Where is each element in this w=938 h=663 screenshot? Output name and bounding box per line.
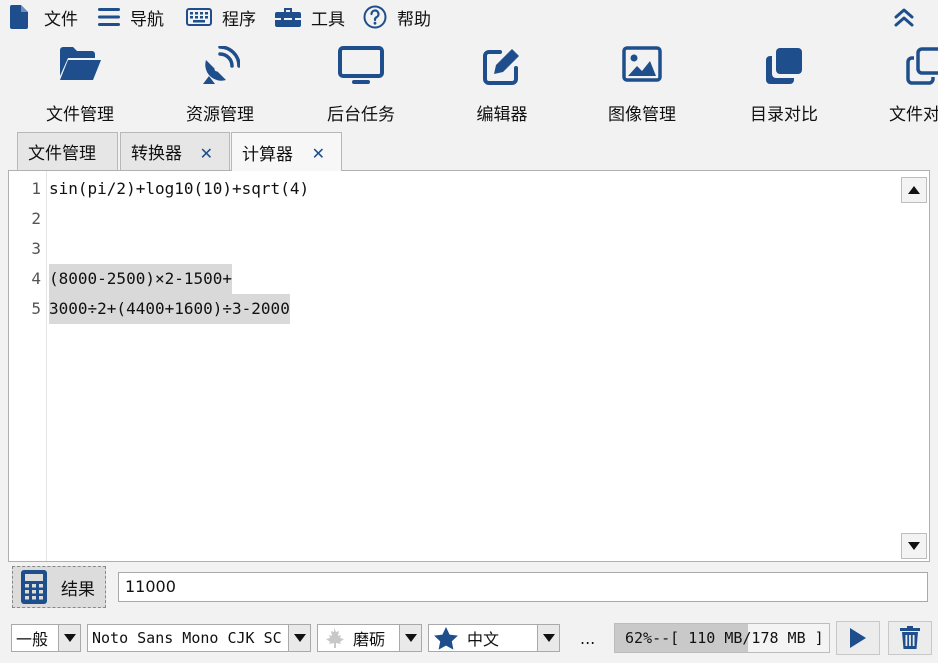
chevron-down-icon[interactable] [399,625,421,651]
toolbox-icon [275,8,301,27]
language-value: 中文 [467,630,500,649]
menu-navigate-label: 导航 [130,9,164,30]
menu-file-label: 文件 [44,9,78,30]
close-icon[interactable]: ✕ [200,144,213,163]
menu-program[interactable]: 程序 [186,4,256,30]
menu-bar: 文件 导航 程序 工具 帮助 [0,0,938,34]
toolbar-background-tasks[interactable]: 后台任务 [291,34,431,130]
category-select[interactable]: 一般 [11,624,81,652]
run-button[interactable] [836,621,880,655]
line-number: 4 [31,269,41,288]
toolbar-dir-compare[interactable]: 目录对比 [714,34,854,130]
scroll-down-button[interactable] [901,533,927,559]
font-select[interactable]: Noto Sans Mono CJK SC [87,624,311,652]
theme-select[interactable]: 磨砺 [317,624,422,652]
language-select[interactable]: 中文 [428,624,560,652]
star-icon [434,627,458,650]
category-value: 一般 [16,630,49,649]
line-number: 3 [31,239,41,258]
menu-tools[interactable]: 工具 [275,4,345,30]
tab-label: 计算器 [242,144,293,165]
theme-value: 磨砺 [353,630,386,649]
monitor-icon [338,46,384,84]
tab-label: 转换器 [131,144,182,164]
tab-calculator[interactable]: 计算器 ✕ [231,132,342,171]
line-number: 5 [31,299,41,318]
file-icon [10,5,28,29]
trash-icon [900,626,920,649]
triangle-up-icon [908,186,920,194]
chevrons-up-icon [894,8,914,27]
toolbar-resource-manager[interactable]: 资源管理 [150,34,290,130]
toolbar-editor-label: 编辑器 [476,105,528,125]
toolbar-file-compare[interactable]: 文件对 [855,34,938,130]
image-icon [622,46,662,82]
clone-icon [766,48,802,84]
menu-file[interactable]: 文件 [10,4,78,30]
status-ellipsis: ... [580,629,596,648]
clear-button[interactable] [888,621,932,655]
line-number: 2 [31,209,41,228]
edit-icon [483,49,519,85]
toolbar: 文件管理 资源管理 后台任务 编辑器 图像管理 目录对比 文件对 [0,34,938,130]
vertical-scrollbar[interactable] [901,175,927,559]
satellite-dish-icon [203,46,240,84]
tab-bar: 文件管理 转换器 ✕ 计算器 ✕ [0,130,938,171]
play-icon [850,628,866,648]
calculator-editor[interactable]: 1 2 3 4 5 sin(pi/2)+log10(10)+sqrt(4) (8… [8,170,930,562]
menu-help-label: 帮助 [397,9,431,30]
chevron-down-icon[interactable] [58,625,80,651]
memory-usage-indicator: 62%--[ 110 MB/178 MB ] [614,623,830,653]
result-output-field[interactable]: 11000 [118,572,928,602]
toolbar-file-manager-label: 文件管理 [46,105,114,125]
keyboard-icon [186,8,212,26]
toolbar-file-manager[interactable]: 文件管理 [10,34,150,130]
calculate-button[interactable]: 结果 [12,566,106,608]
close-icon[interactable]: ✕ [312,144,325,163]
toolbar-image-manager-label: 图像管理 [608,105,676,125]
help-circle-icon [363,5,387,29]
toolbar-image-manager[interactable]: 图像管理 [572,34,712,130]
toolbar-dir-compare-label: 目录对比 [750,105,818,125]
toolbar-editor[interactable]: 编辑器 [432,34,572,130]
calculator-icon [21,570,47,604]
chevron-down-icon[interactable] [537,625,559,651]
triangle-down-icon [908,542,920,550]
tab-label: 文件管理 [28,144,96,164]
toolbar-resource-manager-label: 资源管理 [186,105,254,125]
copy-icon [906,47,938,85]
line-number-gutter [9,171,47,561]
toolbar-background-tasks-label: 后台任务 [327,105,395,125]
memory-usage-text: 62%--[ 110 MB/178 MB ] [625,629,824,647]
line-number: 1 [31,179,41,198]
menu-help[interactable]: 帮助 [363,4,431,30]
toolbar-file-compare-label: 文件对 [889,105,938,125]
code-line[interactable]: sin(pi/2)+log10(10)+sqrt(4) [49,174,309,204]
maple-leaf-icon [326,628,344,648]
bars-icon [98,8,120,26]
tab-file-manager[interactable]: 文件管理 [17,132,118,170]
status-bar: 一般 Noto Sans Mono CJK SC 磨砺 中文 ... 62%--… [0,614,938,663]
result-label: 结果 [61,579,95,600]
font-value: Noto Sans Mono CJK SC [92,629,282,647]
result-row: 结果 11000 [8,564,930,612]
folder-open-icon [60,47,101,80]
scroll-up-button[interactable] [901,177,927,203]
chevron-down-icon[interactable] [288,625,310,651]
collapse-toolbar-button[interactable] [893,6,915,32]
code-line-selected[interactable]: 3000÷2+(4400+1600)÷3-2000 [49,294,290,324]
code-line-selected[interactable]: (8000-2500)×2-1500+ [49,264,233,294]
menu-navigate[interactable]: 导航 [98,4,164,30]
menu-tools-label: 工具 [311,9,345,30]
tab-converter[interactable]: 转换器 ✕ [120,132,230,170]
menu-program-label: 程序 [222,9,256,30]
